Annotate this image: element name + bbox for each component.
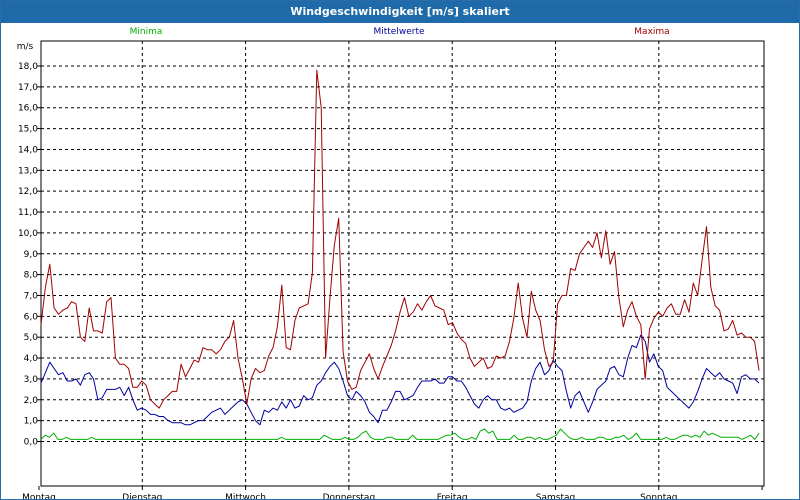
x-tick-day-label: Donnerstag (323, 493, 376, 499)
x-tick-day-label: Sonntag (640, 493, 677, 499)
series-line-maxima (40, 69, 760, 409)
y-tick-label: 15,0 (18, 125, 38, 135)
chart-area: Minima Mittelwerte Maxima m/s 0,0 1,0 2,0 3,0… (17, 27, 765, 499)
y-tick-label: 8,0 (24, 271, 39, 281)
y-tick-label: 18,0 (18, 62, 38, 72)
series-lines (40, 69, 760, 440)
x-tick-day-label: Freitag (437, 493, 468, 499)
x-axis: Montag26.06.17Dienstag27.06.17Mittwoch28… (22, 486, 763, 499)
y-tick-label: 9,0 (24, 250, 39, 260)
chart-window: Windgeschwindigkeit [m/s] skaliert Minim… (0, 0, 800, 500)
y-tick-label: 13,0 (18, 166, 38, 176)
y-tick-label: 3,0 (24, 375, 39, 385)
y-tick-label: 14,0 (18, 145, 38, 155)
y-axis: 0,0 1,0 2,0 3,0 4,0 5,0 6,0 7,0 8,0 9,0 10,0 11,0 12… (18, 62, 41, 448)
y-tick-label: 16,0 (18, 104, 38, 114)
y-tick-label: 17,0 (18, 83, 38, 93)
y-tick-label: 5,0 (24, 333, 39, 343)
y-tick-label: 1,0 (24, 417, 39, 427)
legend-item-maxima: Maxima (634, 27, 669, 37)
x-tick-day-label: Mittwoch (225, 493, 266, 499)
series-line-mittelwerte (40, 334, 760, 426)
series-line-minima (40, 428, 760, 440)
x-tick-day-label: Montag (22, 493, 56, 499)
y-tick-label: 12,0 (18, 187, 38, 197)
y-axis-label: m/s (17, 42, 34, 52)
y-tick-label: 11,0 (18, 208, 38, 218)
y-tick-label: 0,0 (24, 438, 39, 448)
grid (41, 41, 764, 486)
legend: Minima Mittelwerte Maxima (130, 27, 670, 37)
x-tick-day-label: Dienstag (122, 493, 162, 499)
x-tick-day-label: Samstag (536, 493, 575, 499)
y-tick-label: 6,0 (24, 312, 39, 322)
y-tick-label: 2,0 (24, 396, 39, 406)
y-tick-label: 7,0 (24, 291, 39, 301)
chart-title: Windgeschwindigkeit [m/s] skaliert (1, 1, 799, 23)
legend-item-mittelwerte: Mittelwerte (373, 27, 424, 37)
legend-item-minima: Minima (130, 27, 163, 37)
y-tick-label: 4,0 (24, 354, 39, 364)
y-tick-label: 10,0 (18, 229, 38, 239)
